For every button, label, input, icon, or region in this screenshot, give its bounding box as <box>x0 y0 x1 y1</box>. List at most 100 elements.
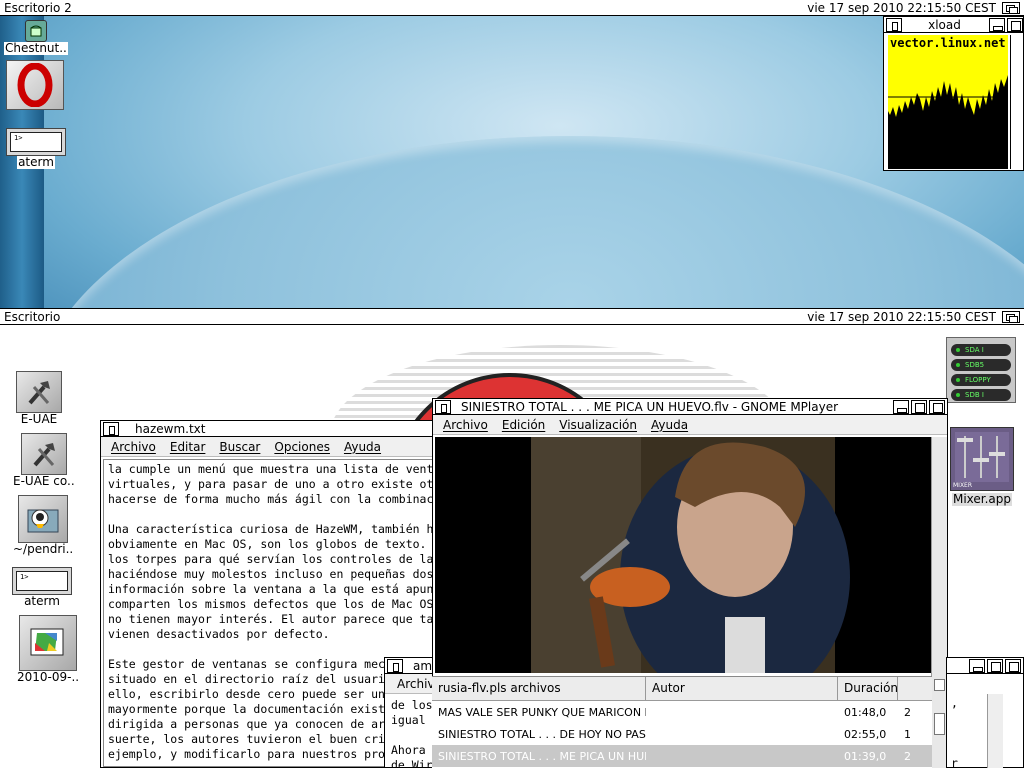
playlist-row[interactable]: SINIESTRO TOTAL . . . DE HOY NO PASA 02:… <box>432 723 932 745</box>
playlist-row[interactable]: MAS VALE SER PUNKY QUE MARICON D 01:48,0… <box>432 701 932 723</box>
menu-archivo[interactable]: Archivo <box>443 418 488 432</box>
clock: vie 17 sep 2010 22:15:50 CEST <box>807 0 996 15</box>
desktop-icon-aterm[interactable]: 1> aterm <box>6 128 66 169</box>
icon-label: ~/pendri.. <box>12 542 75 556</box>
minimize-button[interactable] <box>969 658 985 673</box>
track-duration: 01:48,0 <box>844 705 887 719</box>
text-line <box>951 741 1019 756</box>
text-line: hacerse de forma mucho más ágil con la c… <box>108 492 434 506</box>
column-header-file[interactable]: rusia-flv.pls archivos <box>432 677 646 700</box>
resize-handle[interactable] <box>1010 35 1022 169</box>
playlist-scrollbar[interactable] <box>931 437 947 768</box>
minimize-button[interactable] <box>893 399 909 414</box>
drive-indicator[interactable]: SDA I <box>951 344 1011 356</box>
drive-indicator[interactable]: SDB I <box>951 389 1011 401</box>
playlist: rusia-flv.pls archivos Autor Duración MA… <box>432 676 932 768</box>
title-bar[interactable]: hazewm.txt <box>101 421 439 437</box>
scrollbar[interactable] <box>987 694 1003 768</box>
title-bar[interactable] <box>947 658 1023 674</box>
title-bar[interactable]: xload <box>884 17 1023 33</box>
maximize-button[interactable] <box>1007 17 1023 32</box>
menu-bar: Archivo Edición Visualización Ayuda <box>433 415 947 435</box>
title-bar[interactable]: SINIESTRO TOTAL . . . ME PICA UN HUEVO.f… <box>433 399 947 415</box>
desktop-icon-opera[interactable] <box>6 60 64 110</box>
wallpaper-arc <box>30 136 1024 308</box>
workspace-name: Escritorio 2 <box>4 0 72 15</box>
desktop-icon-screenshot[interactable]: 2010-09-.. <box>16 615 81 684</box>
text-line: igual <box>391 713 426 727</box>
track-title: SINIESTRO TOTAL . . . ME PICA UN HUE <box>438 749 646 763</box>
workspace-2-bar: Escritorio 2 vie 17 sep 2010 22:15:50 CE… <box>0 0 1024 16</box>
icon-label: E-UAE co.. <box>12 474 76 488</box>
minimize-button[interactable] <box>989 17 1005 32</box>
menu-ayuda[interactable]: Ayuda <box>344 440 381 454</box>
scroll-up-button[interactable] <box>934 679 945 691</box>
close-button[interactable] <box>387 658 403 673</box>
text-line: de los <box>391 698 433 712</box>
text-line: comparten los mismos defectos que los de… <box>108 597 434 611</box>
menu-edicion[interactable]: Edición <box>502 418 545 432</box>
terminal-icon: 1> <box>12 567 72 595</box>
text-line: los torpes para qué servían los controle… <box>108 552 434 566</box>
column-header-duration[interactable]: Duración <box>838 677 898 700</box>
icon-label: Mixer.app <box>951 492 1013 506</box>
track-title: MAS VALE SER PUNKY QUE MARICON D <box>438 705 646 719</box>
window-list-icon[interactable] <box>1002 310 1020 323</box>
window-list-icon[interactable] <box>1002 1 1020 14</box>
desktop-icon-chestnut[interactable]: Chestnut.. <box>4 20 68 55</box>
menu-buscar[interactable]: Buscar <box>219 440 260 454</box>
video-area[interactable] <box>435 437 931 673</box>
load-graph-plot <box>888 35 1008 169</box>
drive-monitor-dockapp[interactable]: SDA I SDB5 FLOPPY SDB I <box>946 337 1016 403</box>
maximize-button[interactable] <box>911 399 927 414</box>
mixer-dockapp[interactable]: MIXER Mixer.app <box>950 427 1014 506</box>
close-button[interactable] <box>103 421 119 436</box>
desktop-icon-e-uae[interactable]: E-UAE <box>16 371 62 426</box>
text-line <box>391 728 437 743</box>
shade-button[interactable] <box>1005 658 1021 673</box>
maximize-button[interactable] <box>987 658 1003 673</box>
menu-opciones[interactable]: Opciones <box>274 440 330 454</box>
track-count: 2 <box>904 705 911 719</box>
shade-button[interactable] <box>929 399 945 414</box>
drive-indicator[interactable]: FLOPPY <box>951 374 1011 386</box>
window-title: am <box>413 658 433 673</box>
mixer-tag: MIXER <box>953 482 973 489</box>
text-line: la cumple un menú que muestra una lista … <box>108 462 434 476</box>
opera-icon <box>6 60 64 110</box>
menu-archivo[interactable]: Archivo <box>111 440 156 454</box>
column-header-author[interactable]: Autor <box>646 677 838 700</box>
playlist-row-selected[interactable]: SINIESTRO TOTAL . . . ME PICA UN HUE 01:… <box>432 745 932 767</box>
menu-visualizacion[interactable]: Visualización <box>559 418 637 432</box>
desktop-icon-pendrive[interactable]: ~/pendri.. <box>12 495 75 556</box>
text-line <box>108 507 434 522</box>
text-line: Una característica curiosa de HazeWM, ta… <box>108 522 434 536</box>
desktop-2: Chestnut.. 1> aterm <box>0 16 1024 308</box>
menu-editar[interactable]: Editar <box>170 440 206 454</box>
folder-icon <box>18 495 69 543</box>
text-line: haciéndose muy molestos incluso en peque… <box>108 567 434 581</box>
desktop-icon-aterm[interactable]: 1> aterm <box>12 567 72 608</box>
text-line <box>951 726 1019 741</box>
image-icon <box>19 615 78 671</box>
text-line <box>108 642 434 657</box>
close-button[interactable] <box>435 399 451 414</box>
text-line: r <box>951 756 958 768</box>
text-line: obviamente en Mac OS, son los globos de … <box>108 537 427 551</box>
xload-window: xload vector.linux.net <box>883 16 1024 171</box>
scroll-thumb[interactable] <box>934 713 945 735</box>
text-line: vienen desactivados por defecto. <box>108 627 330 641</box>
window-title: xload <box>928 17 961 32</box>
text-area[interactable]: , rse <box>947 674 1023 768</box>
background-window: , rse <box>946 657 1024 768</box>
track-count: 1 <box>904 727 911 741</box>
window-title: SINIESTRO TOTAL . . . ME PICA UN HUEVO.f… <box>461 399 839 414</box>
drive-indicator[interactable]: SDB5 <box>951 359 1011 371</box>
menu-ayuda[interactable]: Ayuda <box>651 418 688 432</box>
menu-archivo[interactable]: Archiv <box>397 677 435 691</box>
desktop-icon-e-uae-config[interactable]: E-UAE co.. <box>12 433 76 488</box>
icon-label: 2010-09-.. <box>16 670 81 684</box>
close-button[interactable] <box>886 17 902 32</box>
icon-label: aterm <box>17 155 55 169</box>
phone-icon <box>24 20 47 42</box>
